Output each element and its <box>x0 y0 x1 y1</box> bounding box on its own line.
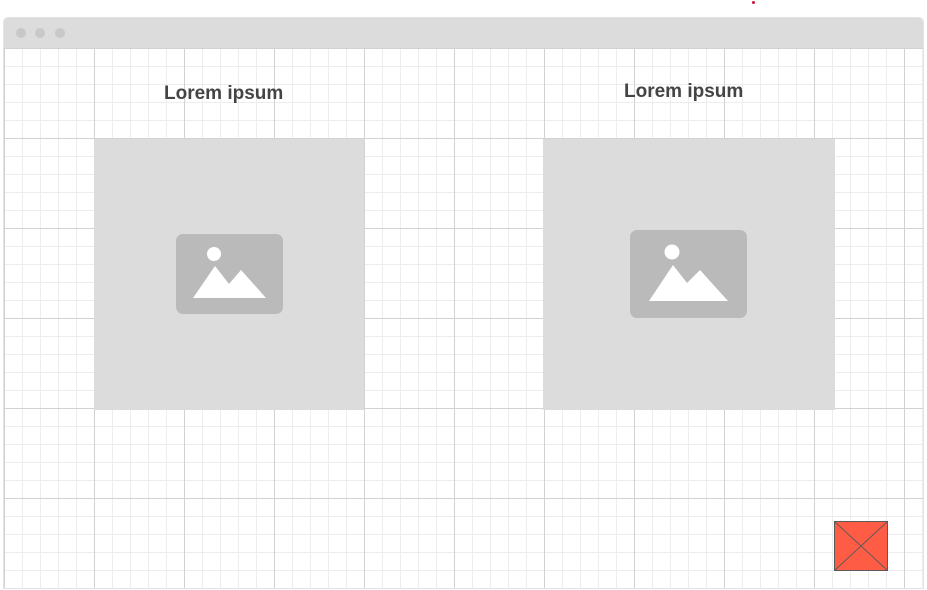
close-x-icon <box>834 521 888 571</box>
image-placeholder-icon <box>176 234 283 314</box>
left-image-placeholder <box>94 139 364 410</box>
canvas-area: Lorem ipsum Lorem ipsum <box>4 48 923 588</box>
right-card-title: Lorem ipsum <box>624 81 744 102</box>
right-image-placeholder <box>543 139 835 410</box>
window-control-dot-2[interactable] <box>35 28 45 38</box>
window-control-dot-1[interactable] <box>16 28 26 38</box>
page: Lorem ipsum Lorem ipsum <box>0 0 927 590</box>
window-control-dot-3[interactable] <box>55 28 65 38</box>
close-button[interactable] <box>834 521 888 571</box>
image-placeholder-icon <box>630 230 747 318</box>
browser-window: Lorem ipsum Lorem ipsum <box>4 18 923 588</box>
marker-dot <box>752 1 755 4</box>
left-card-title: Lorem ipsum <box>164 83 284 104</box>
title-bar <box>4 18 923 48</box>
